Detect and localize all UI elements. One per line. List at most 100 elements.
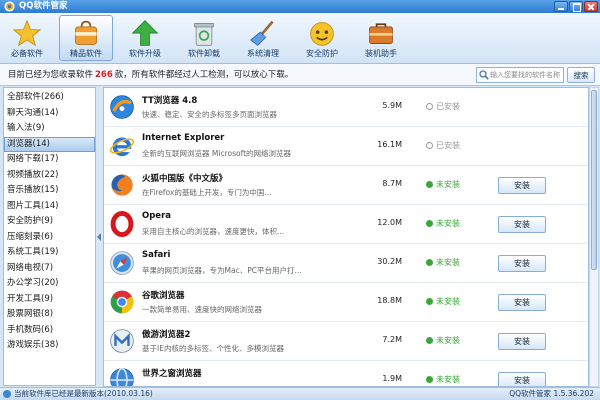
sidebar-category[interactable]: 系统工具(19) — [4, 245, 95, 261]
library-summary: 目前已经为您收录软件 266 款，所有软件都经过人工检测，可以放心下载。 — [8, 64, 293, 86]
toolbar-tab-label: 系统清理 — [247, 49, 279, 58]
software-name[interactable]: TT浏览器 4.8 — [142, 94, 197, 106]
software-name[interactable]: 火狐中国版《中文版》 — [142, 172, 227, 184]
software-row[interactable]: Internet Explorer 全新的互联网浏览器 Microsoft的网络浏… — [104, 127, 588, 166]
software-row[interactable]: TT浏览器 4.8 快速、稳定、安全的多标签多页面浏览器 5.9M 已安装 — [104, 88, 588, 127]
install-button[interactable]: 安装 — [498, 333, 546, 350]
tt-browser-icon — [109, 94, 135, 120]
status-dot-icon — [426, 259, 433, 266]
install-status: 未安装 — [426, 179, 460, 190]
sidebar-splitter[interactable] — [96, 87, 103, 386]
software-size: 18.8M — [377, 296, 402, 305]
software-row[interactable]: 世界之窗浏览器 1.9M 未安装 安装 — [104, 361, 588, 386]
title-bar: QQ软件管家 — [0, 0, 600, 13]
broom-icon — [249, 19, 277, 47]
software-desc: 一款简单易用、速度快的网络浏览器 — [142, 305, 262, 314]
close-icon[interactable] — [584, 1, 598, 12]
sidebar-category[interactable]: 视频播放(22) — [4, 168, 95, 184]
install-status-text: 已安装 — [436, 141, 460, 150]
status-dot-icon — [426, 220, 433, 227]
sidebar-category[interactable]: 聊天沟通(14) — [4, 106, 95, 122]
software-name[interactable]: Opera — [142, 211, 171, 221]
install-status-text: 未安装 — [436, 336, 460, 345]
firefox-icon — [109, 172, 135, 198]
toolbar-tab-label: 精品软件 — [70, 49, 102, 58]
install-button[interactable]: 安装 — [498, 294, 546, 311]
toolbar-tab-cleanup[interactable]: 系统清理 — [236, 15, 290, 61]
sidebar-category[interactable]: 压缩刻录(6) — [4, 230, 95, 246]
search-input[interactable] — [490, 68, 563, 82]
summary-prefix: 目前已经为您收录软件 — [8, 70, 94, 80]
search-icon — [479, 70, 489, 80]
collapse-arrow-icon[interactable] — [97, 233, 101, 241]
status-dot-icon — [426, 103, 433, 110]
install-button[interactable]: 安装 — [498, 216, 546, 233]
toolbar-tab-label: 必备软件 — [11, 49, 43, 58]
toolbar-tab-uninstall[interactable]: 软件卸载 — [177, 15, 231, 61]
sidebar-category[interactable]: 股票网银(8) — [4, 307, 95, 323]
software-row[interactable]: 谷歌浏览器 一款简单易用、速度快的网络浏览器 18.8M 未安装 安装 — [104, 283, 588, 322]
info-icon — [3, 390, 11, 398]
software-name[interactable]: Safari — [142, 250, 170, 260]
software-row[interactable]: Safari 苹果的网页浏览器，专为Mac、PC平台用户打... 30.2M 未安装 安… — [104, 244, 588, 283]
sidebar-category[interactable]: 音乐播放(15) — [4, 183, 95, 199]
search-button[interactable]: 搜索 — [567, 67, 595, 83]
list-scrollbar[interactable] — [589, 87, 599, 387]
safari-icon — [109, 250, 135, 276]
software-size: 30.2M — [377, 257, 402, 266]
software-size: 16.1M — [377, 140, 402, 149]
window-title: QQ软件管家 — [19, 1, 68, 11]
summary-suffix: 款，所有软件都经过人工检测，可以放心下载。 — [114, 70, 294, 80]
theworld-icon — [109, 367, 135, 386]
software-row[interactable]: Opera 采用自主核心的浏览器，速度更快，体积... 12.0M 未安装 安装 — [104, 205, 588, 244]
install-button[interactable]: 安装 — [498, 177, 546, 194]
software-name[interactable]: 傲游浏览器2 — [142, 328, 190, 340]
minimize-icon[interactable] — [554, 1, 568, 12]
toolbar-tab-upgrade[interactable]: 软件升级 — [118, 15, 172, 61]
library-version-text: 当前软件库已经是最新版本(2010.03.16) — [14, 389, 153, 398]
sidebar-category[interactable]: 手机数码(6) — [4, 323, 95, 339]
install-status: 未安装 — [426, 374, 460, 385]
software-desc: 全新的互联网浏览器 Microsoft的网络浏览器 — [142, 149, 292, 158]
toolbar-tab-protection[interactable]: 安全防护 — [295, 15, 349, 61]
toolbar-tab-essential[interactable]: 必备软件 — [0, 15, 54, 61]
sidebar-category[interactable]: 网络电视(7) — [4, 261, 95, 277]
software-name[interactable]: 世界之窗浏览器 — [142, 367, 202, 379]
software-list: TT浏览器 4.8 快速、稳定、安全的多标签多页面浏览器 5.9M 已安装 Intern… — [103, 87, 589, 387]
software-name[interactable]: 谷歌浏览器 — [142, 289, 185, 301]
toolbox-icon — [367, 19, 395, 47]
install-button[interactable]: 安装 — [498, 372, 546, 386]
software-size: 7.2M — [382, 335, 402, 344]
toolbar-tab-featured[interactable]: 精品软件 — [59, 15, 113, 61]
software-row[interactable]: 火狐中国版《中文版》 在Firefox的基础上开发，专门为中国... 8.7M 未安装… — [104, 166, 588, 205]
sidebar-category[interactable]: 全部软件(266) — [4, 90, 95, 106]
category-sidebar: 全部软件(266) 聊天沟通(14) 输入法(9) 浏览器(14) 网络下载(17) 视频… — [3, 87, 96, 386]
status-dot-icon — [426, 376, 433, 383]
sidebar-category[interactable]: 图片工具(14) — [4, 199, 95, 215]
install-status: 已安装 — [426, 101, 460, 112]
sidebar-category[interactable]: 网络下载(17) — [4, 152, 95, 168]
software-name[interactable]: Internet Explorer — [142, 133, 224, 143]
sidebar-category[interactable]: 办公学习(20) — [4, 276, 95, 292]
software-desc: 快速、稳定、安全的多标签多页面浏览器 — [142, 110, 277, 119]
sidebar-category[interactable]: 安全防护(9) — [4, 214, 95, 230]
search-box — [476, 67, 564, 83]
opera-icon — [109, 211, 135, 237]
info-bar: 目前已经为您收录软件266款，所有软件都经过人工检测，可以放心下载。 搜索 — [0, 64, 600, 86]
package-icon — [72, 19, 100, 47]
maximize-icon[interactable] — [569, 1, 583, 12]
sidebar-category[interactable]: 开发工具(9) — [4, 292, 95, 308]
install-button[interactable]: 安装 — [498, 255, 546, 272]
toolbar-tab-install-helper[interactable]: 装机助手 — [354, 15, 408, 61]
scrollbar-thumb[interactable] — [591, 90, 597, 270]
install-status-text: 未安装 — [436, 219, 460, 228]
toolbar-tab-label: 软件卸载 — [188, 49, 220, 58]
software-row[interactable]: 傲游浏览器2 基于IE内核的多标签、个性化、多模浏览器 7.2M 未安装 安装 — [104, 322, 588, 361]
install-status-text: 已安装 — [436, 102, 460, 111]
sidebar-category[interactable]: 输入法(9) — [4, 121, 95, 137]
sidebar-category[interactable]: 游戏娱乐(38) — [4, 338, 95, 354]
sidebar-category[interactable]: 浏览器(14) — [4, 136, 95, 152]
app-logo-icon — [4, 1, 15, 12]
status-dot-icon — [426, 181, 433, 188]
status-dot-icon — [426, 337, 433, 344]
